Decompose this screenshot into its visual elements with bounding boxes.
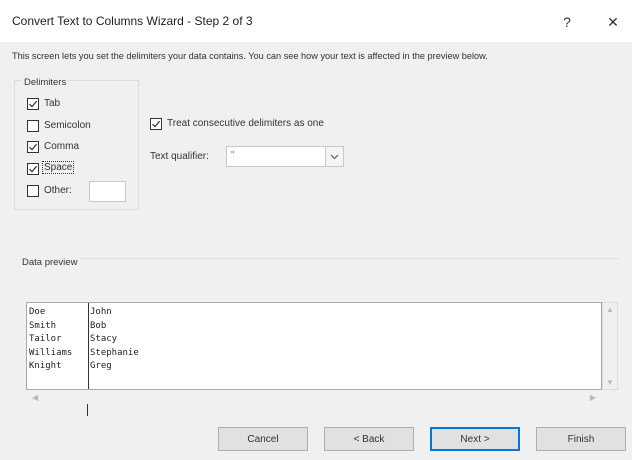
scroll-right-icon[interactable]: ▶ xyxy=(590,393,596,402)
close-icon: ✕ xyxy=(607,13,619,30)
space-label[interactable]: Space xyxy=(41,161,75,174)
semicolon-checkbox[interactable] xyxy=(27,120,39,132)
back-button[interactable]: < Back xyxy=(324,427,414,451)
consecutive-checkbox[interactable] xyxy=(150,118,162,130)
other-checkbox[interactable] xyxy=(27,185,39,197)
scroll-left-icon[interactable]: ◀ xyxy=(32,393,38,402)
close-button[interactable]: ✕ xyxy=(600,9,626,35)
preview-cell: Stacy xyxy=(90,334,118,344)
preview-cell: Bob xyxy=(90,320,107,331)
preview-separator xyxy=(80,258,618,259)
help-button[interactable]: ? xyxy=(554,9,580,35)
preview-column-2: John Bob Stacy Stephanie Greg xyxy=(90,306,139,374)
preview-cell: Tailor xyxy=(29,334,62,344)
preview-cell: Knight xyxy=(29,361,62,371)
check-icon xyxy=(29,100,38,108)
preview-column-1: Doe Smith Tailor Williams Knight xyxy=(29,306,72,374)
chevron-down-icon[interactable] xyxy=(325,147,343,166)
check-icon xyxy=(152,120,161,128)
preview-cell: John xyxy=(90,307,112,317)
column-divider xyxy=(88,303,89,389)
check-icon xyxy=(29,165,38,173)
preview-cell: Doe xyxy=(29,307,46,317)
semicolon-label[interactable]: Semicolon xyxy=(44,120,91,131)
qualifier-label: Text qualifier: xyxy=(150,151,209,162)
tab-checkbox[interactable] xyxy=(27,98,39,110)
preview-cell: Smith xyxy=(29,320,57,331)
check-icon xyxy=(29,143,38,151)
preview-cell: Stephanie xyxy=(90,347,139,358)
cancel-button[interactable]: Cancel xyxy=(218,427,308,451)
data-preview-label: Data preview xyxy=(22,257,78,268)
other-delimiter-input[interactable] xyxy=(89,181,126,202)
next-button[interactable]: Next > xyxy=(430,427,520,451)
space-checkbox[interactable] xyxy=(27,163,39,175)
qualifier-value: " xyxy=(231,150,235,161)
data-preview-pane[interactable]: Doe Smith Tailor Williams Knight John Bo… xyxy=(26,302,602,390)
horizontal-scrollbar[interactable]: ◀ ▶ xyxy=(26,390,602,404)
instructions-text: This screen lets you set the delimiters … xyxy=(12,51,488,61)
consecutive-label[interactable]: Treat consecutive delimiters as one xyxy=(167,118,324,129)
delimiters-label: Delimiters xyxy=(22,77,69,88)
help-icon: ? xyxy=(563,14,571,30)
text-qualifier-select[interactable]: " xyxy=(226,146,344,167)
other-label[interactable]: Other: xyxy=(44,185,72,196)
preview-cell: Greg xyxy=(90,361,112,371)
preview-cell: Williams xyxy=(29,347,73,358)
scroll-up-icon[interactable]: ▲ xyxy=(606,305,614,314)
finish-button[interactable]: Finish xyxy=(536,427,626,451)
vertical-scrollbar[interactable]: ▲ ▼ xyxy=(602,302,618,390)
comma-checkbox[interactable] xyxy=(27,141,39,153)
comma-label[interactable]: Comma xyxy=(44,141,79,152)
window-title: Convert Text to Columns Wizard - Step 2 … xyxy=(12,14,253,28)
tab-label[interactable]: Tab xyxy=(44,98,60,109)
scroll-down-icon[interactable]: ▼ xyxy=(606,378,614,387)
